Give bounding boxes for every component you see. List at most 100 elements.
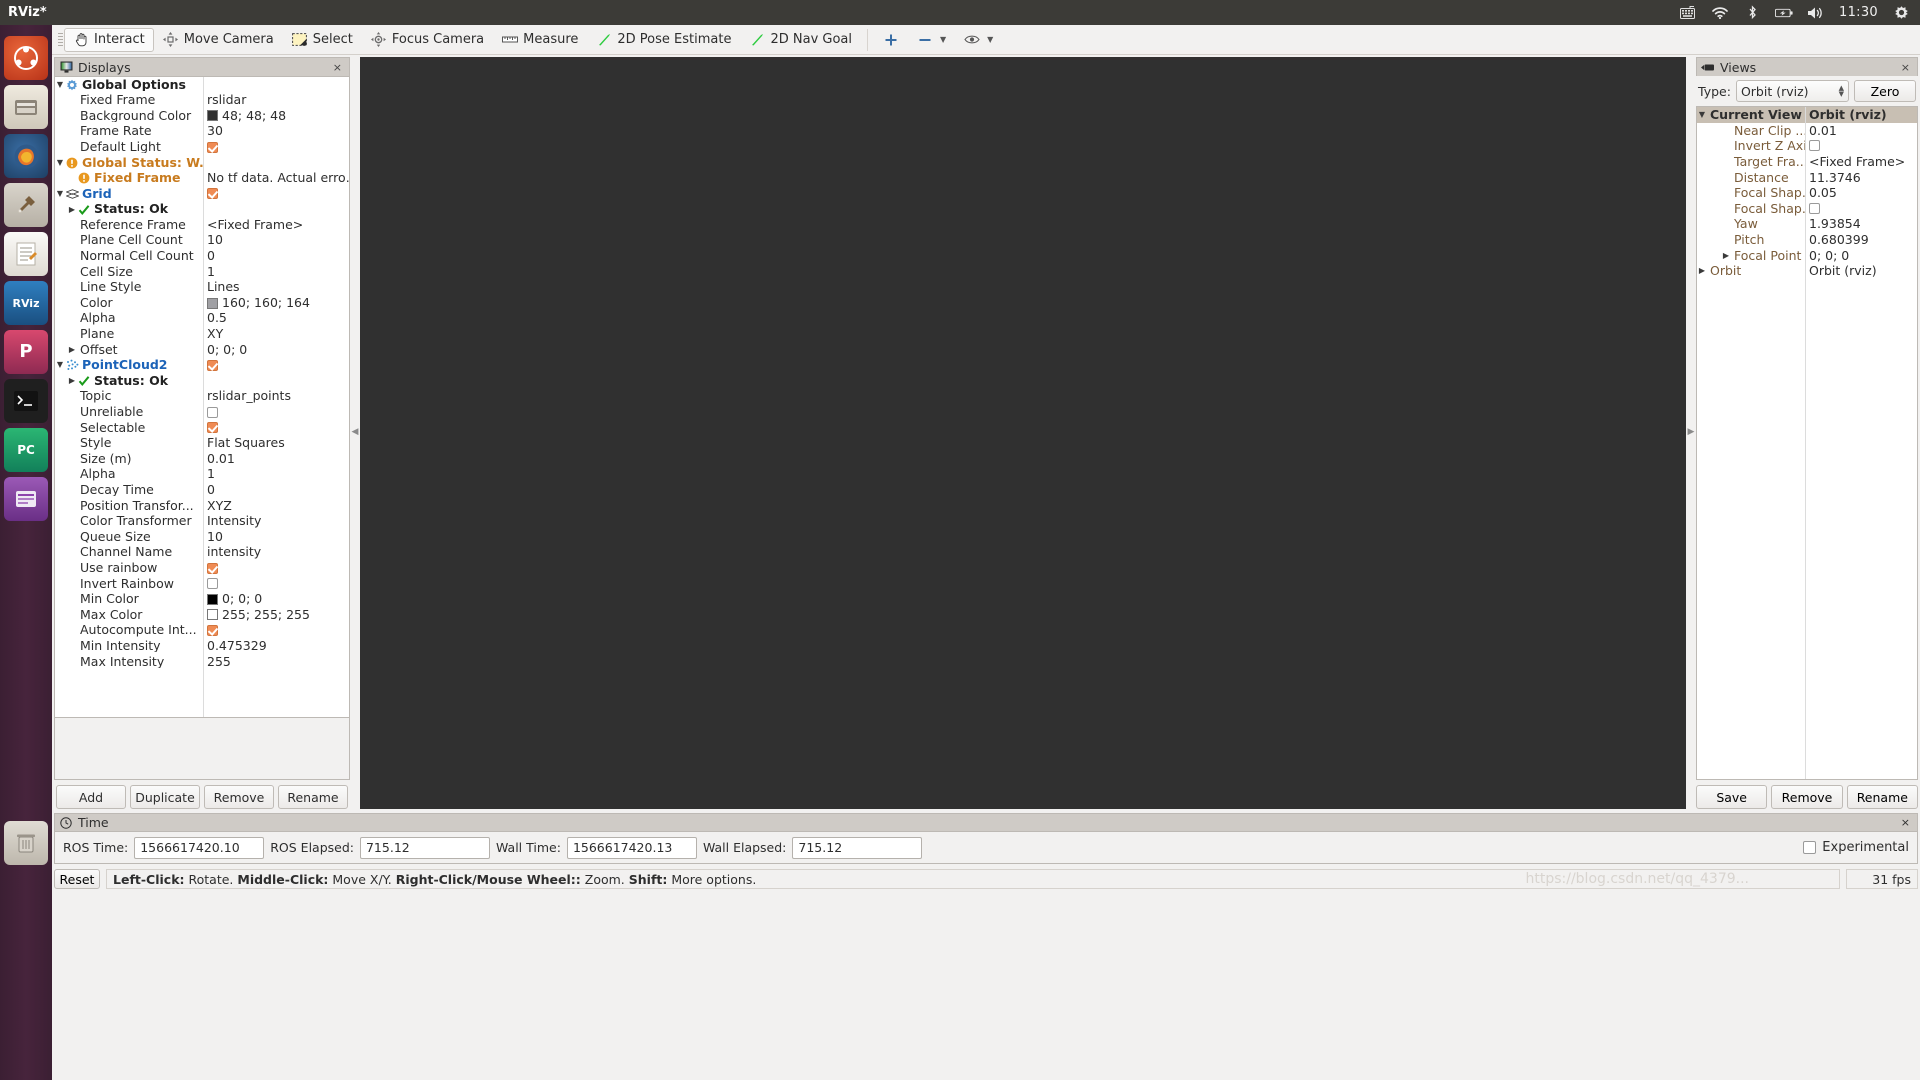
expander-open-icon[interactable]: ▼ [55, 159, 65, 167]
property-value-cell[interactable]: Flat Squares [203, 437, 349, 450]
display-property-row[interactable]: ·StyleFlat Squares [55, 436, 349, 452]
expander-closed-icon[interactable]: ▶ [67, 377, 77, 385]
checkbox-unchecked[interactable] [1809, 140, 1820, 151]
display-property-row[interactable]: ·Size (m)0.01 [55, 451, 349, 467]
view-property-value-cell[interactable]: <Fixed Frame> [1805, 154, 1917, 169]
zero-button[interactable]: Zero [1854, 80, 1916, 102]
view-type-select[interactable]: Orbit (rviz) ▲▼ [1736, 80, 1849, 102]
checkbox-checked[interactable] [207, 625, 218, 636]
property-value-cell[interactable] [203, 360, 349, 371]
display-property-row[interactable]: ·Line StyleLines [55, 280, 349, 296]
view-property-value-cell[interactable]: Orbit (rviz) [1805, 263, 1917, 278]
property-value-cell[interactable]: 30 [203, 125, 349, 138]
property-value-cell[interactable]: 0; 0; 0 [203, 344, 349, 357]
view-property-row[interactable]: ·Focal Shap... [1697, 201, 1917, 217]
view-property-value-cell[interactable]: 0.680399 [1805, 232, 1917, 247]
view-property-value-cell[interactable]: Orbit (rviz) [1805, 107, 1917, 122]
display-property-row[interactable]: ·Default Light [55, 139, 349, 155]
property-value-cell[interactable] [203, 188, 349, 199]
tool-interact-button[interactable]: Interact [64, 28, 154, 52]
displays-property-tree[interactable]: ▼Global Options·Fixed Framerslidar·Backg… [54, 76, 350, 718]
checkbox-checked[interactable] [207, 188, 218, 199]
property-value-cell[interactable]: 1 [203, 468, 349, 481]
property-value-cell[interactable]: intensity [203, 546, 349, 559]
expander-open-icon[interactable]: ▼ [1697, 110, 1707, 119]
launcher-item-software-updater[interactable] [4, 183, 48, 227]
close-icon-views[interactable]: × [1898, 61, 1913, 74]
display-property-row[interactable]: ·Unreliable [55, 404, 349, 420]
property-value-cell[interactable] [203, 407, 349, 418]
property-value-cell[interactable]: XYZ [203, 500, 349, 513]
view-property-value-cell[interactable]: 11.3746 [1805, 170, 1917, 185]
view-property-row[interactable]: ▶OrbitOrbit (rviz) [1697, 263, 1917, 279]
launcher-item-terminal[interactable] [4, 379, 48, 423]
display-property-row[interactable]: ·Fixed Framerslidar [55, 93, 349, 109]
property-value-cell[interactable]: 1 [203, 266, 349, 279]
remove-view-button[interactable]: Remove [1771, 785, 1842, 809]
display-property-row[interactable]: ·Min Color0; 0; 0 [55, 592, 349, 608]
view-property-row[interactable]: ·Target Fra...<Fixed Frame> [1697, 154, 1917, 170]
expander-open-icon[interactable]: ▼ [55, 190, 65, 198]
expander-closed-icon[interactable]: ▶ [67, 346, 77, 354]
display-property-row[interactable]: ·Topicrslidar_points [55, 389, 349, 405]
duplicate-button[interactable]: Duplicate [130, 785, 200, 809]
property-value-cell[interactable]: No tf data. Actual erro… [203, 172, 349, 185]
property-value-cell[interactable]: 0 [203, 484, 349, 497]
property-value-cell[interactable] [203, 422, 349, 433]
launcher-item-firefox[interactable] [4, 134, 48, 178]
add-button[interactable]: Add [56, 785, 126, 809]
bluetooth-icon[interactable] [1743, 5, 1761, 21]
tool-remove-button[interactable]: ▼ [908, 28, 955, 52]
color-swatch[interactable] [207, 609, 218, 620]
checkbox-unchecked[interactable] [1809, 203, 1820, 214]
property-value-cell[interactable]: Intensity [203, 515, 349, 528]
save-view-button[interactable]: Save [1696, 785, 1767, 809]
display-property-row[interactable]: ·Selectable [55, 420, 349, 436]
time-field-input[interactable]: 715.12 [360, 837, 490, 859]
tool-measure-button[interactable]: Measure [493, 28, 587, 52]
tray-clock[interactable]: 11:30 [1839, 5, 1878, 20]
close-icon-time[interactable]: × [1898, 816, 1913, 829]
color-swatch[interactable] [207, 594, 218, 605]
display-property-row[interactable]: ·Queue Size10 [55, 529, 349, 545]
toolbar-drag-handle[interactable] [56, 29, 64, 51]
property-value-cell[interactable]: 10 [203, 531, 349, 544]
display-property-row[interactable]: ·Fixed FrameNo tf data. Actual erro… [55, 171, 349, 187]
display-property-row[interactable]: ·Decay Time0 [55, 482, 349, 498]
close-icon[interactable]: × [330, 61, 345, 74]
time-field-input[interactable]: 1566617420.13 [567, 837, 697, 859]
property-value-cell[interactable]: 255 [203, 656, 349, 669]
display-property-row[interactable]: ·Invert Rainbow [55, 576, 349, 592]
checkbox-unchecked[interactable] [207, 578, 218, 589]
property-value-cell[interactable]: rslidar_points [203, 390, 349, 403]
color-swatch[interactable] [207, 110, 218, 121]
view-property-value-cell[interactable]: 0.01 [1805, 123, 1917, 138]
display-property-row[interactable]: ·Color160; 160; 164 [55, 295, 349, 311]
property-value-cell[interactable] [203, 625, 349, 636]
right-splitter[interactable]: ▶ [1686, 55, 1696, 809]
launcher-item-pycharm-ce[interactable]: PC [4, 428, 48, 472]
property-value-cell[interactable]: 0.475329 [203, 640, 349, 653]
launcher-item-pycharm[interactable]: P [4, 330, 48, 374]
display-property-row[interactable]: ·Use rainbow [55, 560, 349, 576]
display-property-row[interactable]: ·Min Intensity0.475329 [55, 638, 349, 654]
property-value-cell[interactable]: Lines [203, 281, 349, 294]
display-property-row[interactable]: ▶Status: Ok [55, 202, 349, 218]
display-property-row[interactable]: ·Reference Frame<Fixed Frame> [55, 217, 349, 233]
display-property-row[interactable]: ▼Grid [55, 186, 349, 202]
property-value-cell[interactable] [203, 563, 349, 574]
display-property-row[interactable]: ·Max Intensity255 [55, 654, 349, 670]
render-viewport[interactable] [360, 57, 1686, 809]
launcher-item-files[interactable] [4, 85, 48, 129]
experimental-toggle[interactable]: Experimental [1803, 840, 1909, 855]
checkbox-checked[interactable] [207, 422, 218, 433]
left-splitter[interactable]: ◀ [350, 55, 360, 809]
reset-button[interactable]: Reset [54, 869, 100, 889]
display-property-row[interactable]: ▼Global Status: W... [55, 155, 349, 171]
property-value-cell[interactable]: 0; 0; 0 [203, 593, 349, 606]
view-property-value-cell[interactable] [1805, 140, 1917, 151]
launcher-item-file-manager[interactable] [4, 477, 48, 521]
chevron-down-icon[interactable]: ▼ [940, 35, 946, 44]
expander-open-icon[interactable]: ▼ [55, 361, 65, 369]
views-property-tree[interactable]: ▼Current ViewOrbit (rviz)·Near Clip ...0… [1696, 106, 1918, 780]
